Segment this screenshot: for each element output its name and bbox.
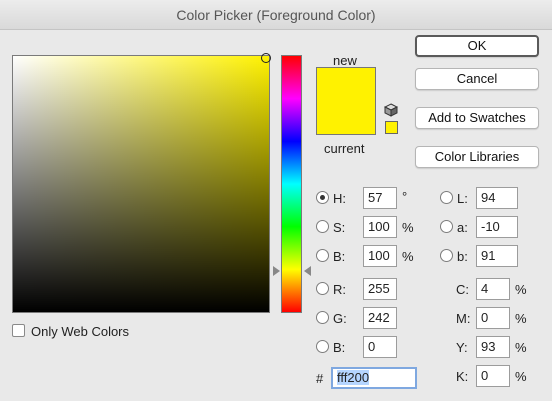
cancel-button[interactable]: Cancel	[415, 68, 539, 90]
l-radio[interactable]	[440, 191, 453, 204]
color-field-marker[interactable]	[261, 53, 271, 63]
hue-slider[interactable]	[281, 55, 302, 313]
out-of-gamut-cube-icon[interactable]	[384, 103, 398, 117]
y-label: Y:	[456, 340, 468, 355]
h-unit: °	[402, 189, 408, 204]
y-unit: %	[515, 340, 527, 355]
lab-b-input[interactable]: 91	[476, 245, 518, 267]
current-label: current	[324, 141, 365, 156]
c-unit: %	[515, 282, 527, 297]
r-input[interactable]: 255	[363, 278, 397, 300]
y-input[interactable]: 93	[476, 336, 510, 358]
r-radio[interactable]	[316, 282, 329, 295]
window-title: Color Picker (Foreground Color)	[176, 7, 376, 23]
m-label: M:	[456, 311, 471, 326]
hue-slider-left-handle-icon[interactable]	[273, 266, 280, 276]
a-radio[interactable]	[440, 220, 453, 233]
lab-b-radio[interactable]	[440, 249, 453, 262]
g-radio[interactable]	[316, 311, 329, 324]
new-color-swatch	[316, 67, 376, 135]
hex-input[interactable]: fff200	[331, 367, 417, 389]
color-field[interactable]	[12, 55, 270, 313]
a-label: a:	[457, 220, 468, 235]
s-unit: %	[402, 220, 414, 235]
s-input[interactable]: 100	[363, 216, 397, 238]
l-input[interactable]: 94	[476, 187, 518, 209]
b-unit: %	[402, 249, 414, 264]
only-web-colors-label: Only Web Colors	[31, 324, 130, 339]
l-label: L:	[457, 191, 468, 206]
b-radio[interactable]	[316, 249, 329, 262]
title-bar: Color Picker (Foreground Color)	[0, 0, 552, 30]
web-safe-swatch[interactable]	[385, 121, 398, 134]
color-libraries-button[interactable]: Color Libraries	[415, 146, 539, 168]
add-to-swatches-button[interactable]: Add to Swatches	[415, 107, 539, 129]
c-input[interactable]: 4	[476, 278, 510, 300]
h-radio[interactable]	[316, 191, 329, 204]
blue-radio[interactable]	[316, 340, 329, 353]
g-input[interactable]: 242	[363, 307, 397, 329]
hex-value: fff200	[337, 370, 370, 385]
only-web-colors-checkbox[interactable]	[12, 324, 25, 337]
k-label: K:	[456, 369, 469, 384]
new-label: new	[333, 53, 357, 68]
s-radio[interactable]	[316, 220, 329, 233]
s-label: S:	[333, 220, 346, 235]
g-label: G:	[333, 311, 347, 326]
blue-input[interactable]: 0	[363, 336, 397, 358]
m-input[interactable]: 0	[476, 307, 510, 329]
h-label: H:	[333, 191, 346, 206]
hue-slider-right-handle-icon[interactable]	[304, 266, 311, 276]
k-input[interactable]: 0	[476, 365, 510, 387]
h-input[interactable]: 57	[363, 187, 397, 209]
ok-button[interactable]: OK	[415, 35, 539, 57]
b-label: B:	[333, 249, 346, 264]
blue-label: B:	[333, 340, 346, 355]
hex-label: #	[316, 371, 324, 386]
k-unit: %	[515, 369, 527, 384]
a-input[interactable]: -10	[476, 216, 518, 238]
c-label: C:	[456, 282, 469, 297]
m-unit: %	[515, 311, 527, 326]
lab-b-label: b:	[457, 249, 468, 264]
brightness-input[interactable]: 100	[363, 245, 397, 267]
r-label: R:	[333, 282, 346, 297]
